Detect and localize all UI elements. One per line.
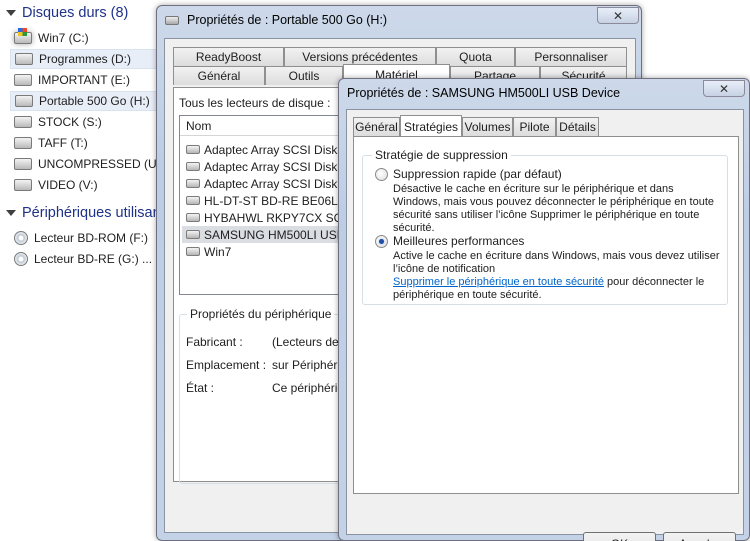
quick-removal-radio[interactable] [375,168,388,181]
drive-label: Lecteur BD-ROM (F:) [34,231,149,245]
list-item-selected[interactable]: SAMSUNG HM500LI USB D [182,226,343,243]
hard-drive-icon [14,137,32,149]
safely-remove-link[interactable]: Supprimer le périphérique en toute sécur… [393,276,604,288]
device-properties-window: Propriétés de : SAMSUNG HM500LI USB Devi… [338,78,750,541]
quick-removal-label[interactable]: Suppression rapide (par défaut) [393,167,562,181]
hard-drive-icon [14,116,32,128]
optical-drive-icon [186,196,200,205]
group-label: Périphériques utilisant [22,205,165,221]
collapse-arrow-icon[interactable] [6,210,16,216]
manufacturer-value: (Lecteurs de d [272,335,344,349]
drive-item-h[interactable]: Portable 500 Go (H:) [10,91,168,111]
drive-item-c[interactable]: Win7 (C:) [10,28,168,48]
removal-policy-title: Stratégie de suppression [372,148,511,162]
group-header-removable[interactable]: Périphériques utilisant [2,202,165,224]
drive-item-v[interactable]: VIDEO (V:) [10,175,168,195]
tab-customize[interactable]: Personnaliser [515,47,627,66]
tab-general[interactable]: Général [173,66,265,85]
optical-drive-icon [14,252,28,266]
list-item-label: Adaptec Array SCSI Disk De [204,159,344,174]
state-value: Ce périphérique [272,381,344,395]
optical-drive-icon [14,231,28,245]
collapse-arrow-icon[interactable] [6,10,16,16]
hard-drive-icon [15,95,33,107]
tab-tools[interactable]: Outils [265,66,343,85]
disk-icon [186,230,200,239]
list-item-label: Adaptec Array SCSI Disk De [204,176,344,191]
close-icon: ✕ [718,81,730,96]
disk-icon [186,162,200,171]
drive-item-e[interactable]: IMPORTANT (E:) [10,70,168,90]
tab-driver[interactable]: Pilote [513,117,556,136]
state-label: État : [186,381,215,395]
drive-label: IMPORTANT (E:) [38,73,131,87]
tab-policies[interactable]: Stratégies [400,115,462,137]
list-item-label: Win7 [204,244,232,259]
drive-label: Win7 (C:) [38,31,89,45]
list-item-label: SAMSUNG HM500LI USB D [204,227,344,242]
window-client-area: Général Stratégies Volumes Pilote Détail… [346,109,744,541]
list-item[interactable]: HL-DT-ST BD-RE BE06LU1 [182,192,343,209]
drive-item-d[interactable]: Programmes (D:) [10,49,168,69]
tab-details[interactable]: Détails [556,117,599,136]
drive-label: VIDEO (V:) [38,178,98,192]
drive-label: STOCK (S:) [38,115,102,129]
drive-label: TAFF (T:) [38,136,88,150]
hard-drive-icon [14,179,32,191]
drive-icon [165,15,179,25]
group-label: Disques durs (8) [22,5,129,21]
better-performance-radio[interactable] [375,235,388,248]
cancel-button[interactable]: Annuler [663,532,736,541]
list-item[interactable]: Adaptec Array SCSI Disk De [182,141,343,158]
all-drives-label: Tous les lecteurs de disque : [179,96,331,110]
window-titlebar[interactable]: Propriétés de : Portable 500 Go (H:) [157,6,641,34]
drive-item-s[interactable]: STOCK (S:) [10,112,168,132]
drive-label: UNCOMPRESSED (U:) [38,157,165,171]
location-label: Emplacement : [186,358,267,372]
hard-drive-icon [14,158,32,170]
device-properties-title: Propriétés du périphérique [187,307,335,321]
manufacturer-label: Fabricant : [186,335,243,349]
windows-drive-icon [14,28,32,44]
list-item-label: HYBAHWL RKPY7CX SCSI [204,210,344,225]
explorer-navigation-pane: Disques durs (8) Win7 (C:) Programmes (D… [0,0,170,541]
drive-label: Lecteur BD-RE (G:) ... [34,252,153,266]
drive-item-u[interactable]: UNCOMPRESSED (U:) [10,154,168,174]
drive-item-g[interactable]: Lecteur BD-RE (G:) ... [10,249,168,269]
list-item[interactable]: Adaptec Array SCSI Disk De [182,175,343,192]
disk-icon [186,145,200,154]
group-header-hard-disks[interactable]: Disques durs (8) [2,2,128,24]
list-item[interactable]: HYBAHWL RKPY7CX SCSI [182,209,343,226]
tab-general[interactable]: Général [353,117,400,136]
disk-icon [186,213,200,222]
tab-volumes[interactable]: Volumes [462,117,513,136]
list-item-label: HL-DT-ST BD-RE BE06LU1 [204,193,344,208]
drive-label: Programmes (D:) [39,52,132,66]
description-text: Active le cache en écriture dans Windows… [393,250,720,275]
close-button[interactable]: ✕ [703,80,745,97]
disk-icon [186,179,200,188]
close-button[interactable]: ✕ [597,7,639,24]
drive-item-f[interactable]: Lecteur BD-ROM (F:) [10,228,168,248]
list-item-label: Adaptec Array SCSI Disk De [204,142,344,157]
list-item[interactable]: Adaptec Array SCSI Disk De [182,158,343,175]
column-header-name[interactable]: Nom [180,116,343,136]
window-title: Propriétés de : SAMSUNG HM500LI USB Devi… [347,86,621,100]
window-title: Propriétés de : Portable 500 Go (H:) [187,13,388,27]
location-value: sur Périphériqu [272,358,344,372]
drive-label: Portable 500 Go (H:) [39,94,150,108]
list-item[interactable]: Win7 [182,243,343,260]
close-icon: ✕ [612,8,624,23]
quick-removal-description: Désactive le cache en écriture sur le pé… [393,183,715,234]
hard-drive-icon [14,74,32,86]
ok-button[interactable]: OK [583,532,656,541]
hard-drive-icon [15,53,33,65]
better-performance-description: Active le cache en écriture dans Windows… [393,250,723,302]
drives-list[interactable]: Nom Adaptec Array SCSI Disk De Adaptec A… [179,115,344,295]
window-titlebar[interactable]: Propriétés de : SAMSUNG HM500LI USB Devi… [339,79,749,107]
drive-item-t[interactable]: TAFF (T:) [10,133,168,153]
tab-readyboost[interactable]: ReadyBoost [173,47,284,66]
disk-icon [186,247,200,256]
better-performance-label[interactable]: Meilleures performances [393,234,524,248]
